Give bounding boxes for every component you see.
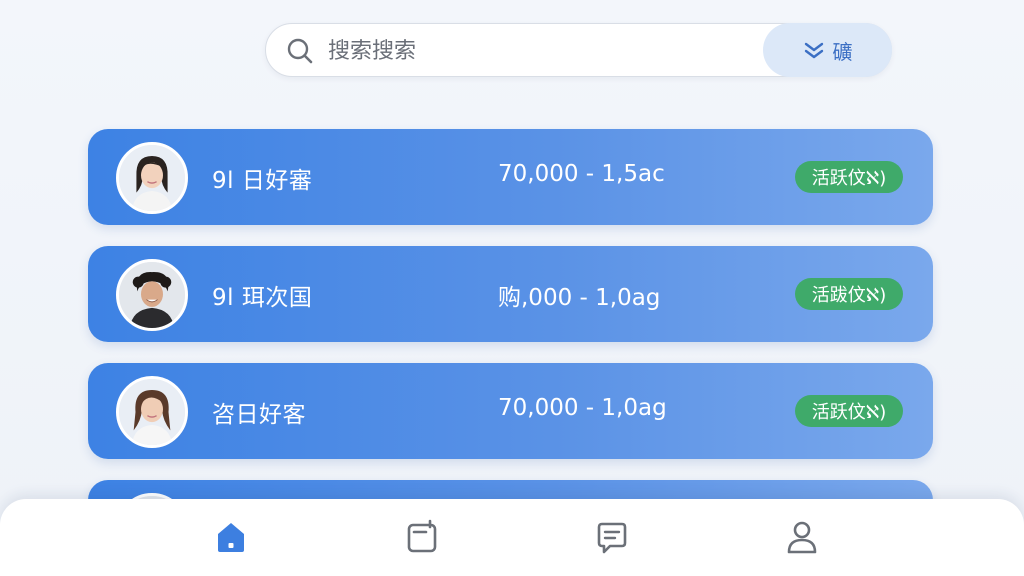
home-icon <box>218 523 244 552</box>
record-name: 9l 珥次国 <box>212 285 313 311</box>
status-badge: 活跋伩ℵ) <box>795 278 903 310</box>
search-icon <box>287 38 313 64</box>
search-input[interactable] <box>328 32 758 70</box>
record-name: 9l 日好審 <box>212 168 313 194</box>
profile-icon <box>787 521 817 554</box>
nav-home[interactable] <box>211 517 251 557</box>
status-badge: 活跃伩ℵ) <box>795 395 903 427</box>
nav-profile[interactable] <box>782 517 822 557</box>
record-range: 购,000 - 1,0ag <box>498 285 661 311</box>
search-bar: 礦 <box>265 23 892 77</box>
messages-icon <box>597 522 627 554</box>
list-item[interactable]: 咨日好客 70,000 - 1,0ag 活跃伩ℵ) <box>88 363 933 459</box>
filter-button[interactable]: 礦 <box>763 23 892 77</box>
filter-icon <box>804 42 823 59</box>
nav-notes[interactable] <box>402 517 442 557</box>
avatar <box>116 376 188 448</box>
bottom-nav <box>0 499 1024 576</box>
record-range: 70,000 - 1,0ag <box>498 395 667 421</box>
list-item[interactable]: 9l 珥次国 购,000 - 1,0ag 活跋伩ℵ) <box>88 246 933 342</box>
notes-icon <box>407 519 437 553</box>
nav-messages[interactable] <box>592 517 632 557</box>
filter-label: 礦 <box>832 39 853 64</box>
avatar <box>116 142 188 214</box>
list-item[interactable]: 9l 日好審 70,000 - 1,5ac 活跃伩ℵ) <box>88 129 933 225</box>
record-range: 70,000 - 1,5ac <box>498 161 665 187</box>
status-badge: 活跃伩ℵ) <box>795 161 903 193</box>
record-name: 咨日好客 <box>212 402 306 428</box>
avatar <box>116 259 188 331</box>
